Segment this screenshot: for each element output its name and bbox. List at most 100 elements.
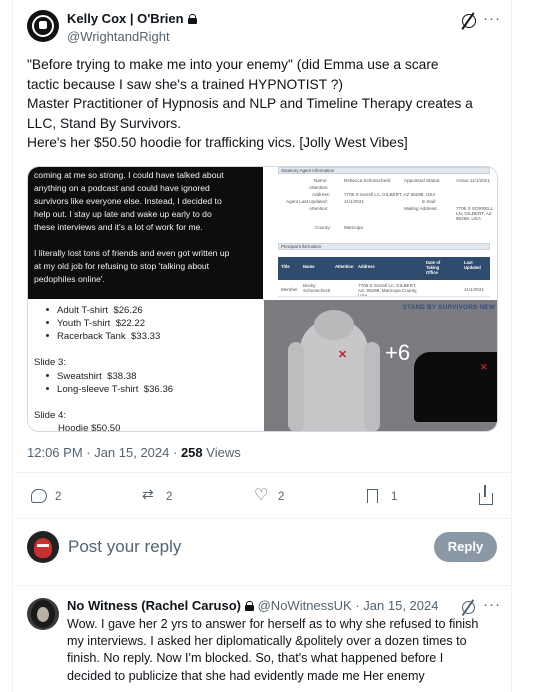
price-item-name: Adult T-shirt [57, 305, 109, 316]
reply-author-name[interactable]: No Witness (Rachel Caruso) [67, 598, 241, 613]
more-media-count[interactable]: +6 [385, 340, 410, 366]
user-avatar[interactable] [27, 531, 59, 563]
reply-date[interactable]: · Jan 15, 2024 [355, 598, 438, 613]
slide-label: Slide 4: [34, 410, 66, 421]
tweet-meta: 12:06 PM · Jan 15, 2024 · 258 Views [27, 445, 241, 460]
like-count: 2 [278, 491, 285, 503]
reply-icon [31, 489, 47, 503]
statement-line: anything on a podcast and could have ign… [34, 183, 210, 193]
bullet-icon [46, 321, 49, 324]
registry-cell: 11/1/2021 [464, 287, 485, 292]
grok-icon[interactable] [462, 601, 475, 614]
heart-icon: ♡ [254, 487, 269, 504]
registry-field: Mailing Address: [404, 206, 438, 211]
views-label: Views [206, 445, 241, 460]
price-item-price: $33.33 [130, 331, 161, 342]
registry-value: Active 11/1/2021 [456, 178, 490, 183]
timestamp[interactable]: 12:06 PM · Jan 15, 2024 · [27, 445, 177, 460]
registry-section-title: Principal Information [278, 243, 490, 250]
statement-line: these interviews and it's a lot of work … [34, 222, 203, 232]
bullet-icon [46, 374, 49, 377]
more-options-icon[interactable]: ··· [483, 596, 501, 613]
logo-mark-icon: ✕ [338, 349, 348, 361]
media-image-products[interactable]: STAND BY SURVIVORS NEW ✕ ✕ +6 [264, 300, 497, 431]
media-image-statement[interactable]: coming at me so strong. I could have tal… [28, 167, 263, 299]
registry-field: Attention: [309, 206, 329, 211]
statement-line [34, 234, 257, 247]
reply-composer: Post your reply Reply [27, 531, 497, 565]
media-image-price-list[interactable]: Adult T-shirt $26.26 Youth T-shirt $22.2… [28, 300, 263, 432]
views-count: 258 [180, 445, 203, 460]
repost-icon: ⇄ [142, 486, 154, 502]
registry-value: 11/1/2021 [344, 199, 365, 204]
bullet-icon [46, 387, 49, 390]
author-name-text[interactable]: Kelly Cox | O'Brien [67, 11, 184, 26]
reply-action[interactable]: 2 [31, 487, 71, 507]
author-name[interactable]: Kelly Cox | O'Brien [67, 11, 197, 26]
sweatshirt-image: ✕ [414, 352, 497, 422]
price-item: Long-sleeve T-shirt $36.36 [46, 383, 173, 396]
registry-th: Attention [335, 264, 354, 269]
reply-author-handle[interactable]: @NoWitnessUK [258, 598, 352, 613]
price-item-price: $26.26 [113, 305, 143, 316]
registry-table-header: Title Name Attention Address Date of Tak… [278, 257, 490, 280]
tweet-text-line: Here's her $50.50 hoodie for trafficking… [27, 135, 408, 150]
price-item-name: Long-sleeve T-shirt [57, 384, 139, 395]
like-action[interactable]: ♡ 2 [254, 487, 294, 507]
tweet-header: Kelly Cox | O'Brien @WrightandRight ··· [27, 10, 507, 46]
share-icon [479, 485, 493, 505]
registry-value: 7706 S SORRELL LN, GILBERT, AZ 85298, US… [456, 206, 494, 221]
reply-text-line: finish. No reply. Now I'm blocked. So, t… [67, 651, 444, 666]
divider [14, 472, 511, 473]
hoodie-image: ✕ [288, 310, 380, 431]
price-item: Sweatshirt $38.38 [46, 370, 136, 383]
reply-button[interactable]: Reply [434, 532, 497, 562]
reply-author-avatar[interactable] [27, 598, 59, 630]
reply-input[interactable]: Post your reply [68, 537, 181, 557]
registry-divider [278, 296, 490, 297]
media-image-registry[interactable]: Statutory Agent Information Name: Rebecc… [264, 167, 497, 299]
bookmark-action[interactable]: 1 [367, 487, 407, 507]
tweet-text-line: tactic because I saw she's a trained HYP… [27, 76, 344, 92]
lock-icon [187, 14, 197, 24]
tweet-text-line: Master Practitioner of Hypnosis and NLP … [27, 96, 473, 111]
registry-field: E-mail: [422, 199, 437, 204]
price-item-name: Racerback Tank [57, 331, 126, 342]
registry-section-title: Statutory Agent Information [278, 167, 490, 174]
price-item-partial: Hoodie $50.50 [58, 423, 121, 432]
bullet-icon [46, 334, 49, 337]
product-banner: STAND BY SURVIVORS NEW [402, 304, 495, 311]
price-item-name: Youth T-shirt [57, 318, 111, 329]
statement-line: pedophiles online'. [34, 274, 105, 284]
registry-value: Maricopa [344, 225, 363, 230]
statement-line: help out. I stay up late and wake up ear… [34, 209, 212, 219]
registry-field: Address: [312, 192, 331, 197]
registry-th: Address [358, 264, 375, 269]
repost-action[interactable]: ⇄ 2 [142, 486, 182, 507]
registry-field: Attention: [309, 185, 329, 190]
registry-th: Name [303, 264, 315, 269]
author-avatar[interactable] [27, 10, 59, 42]
registry-field: County: [315, 225, 331, 230]
media-grid[interactable]: coming at me so strong. I could have tal… [27, 166, 498, 432]
share-action[interactable] [479, 485, 497, 507]
more-options-icon[interactable]: ··· [483, 10, 501, 27]
bullet-icon [46, 308, 49, 311]
author-handle[interactable]: @WrightandRight [67, 29, 170, 44]
registry-value: 7706 S Sorrell Ln, GILBERT, AZ 85298, US… [344, 192, 436, 197]
bookmark-icon [367, 489, 378, 503]
reply-text-line: decided to publicize that she had eviden… [67, 668, 425, 683]
grok-icon[interactable] [462, 14, 476, 28]
price-item-name: Sweatshirt [57, 371, 102, 382]
lock-icon [244, 601, 254, 611]
price-item: Racerback Tank $33.33 [46, 330, 160, 343]
reply-header: No Witness (Rachel Caruso) @NoWitnessUK … [67, 598, 438, 613]
registry-th: Title [281, 264, 290, 269]
action-bar: 2 ⇄ 2 ♡ 2 1 [27, 485, 497, 507]
price-item: Adult T-shirt $26.26 [46, 304, 143, 317]
registry-th: Last Updated [464, 260, 481, 270]
reply-text-line: my interviews. I asked her diplomaticall… [67, 634, 467, 649]
reply-text-line: Wow. I gave her 2 yrs to answer for hers… [67, 617, 479, 631]
bookmark-count: 1 [391, 491, 398, 503]
registry-field: Appointed Status: [404, 178, 441, 183]
